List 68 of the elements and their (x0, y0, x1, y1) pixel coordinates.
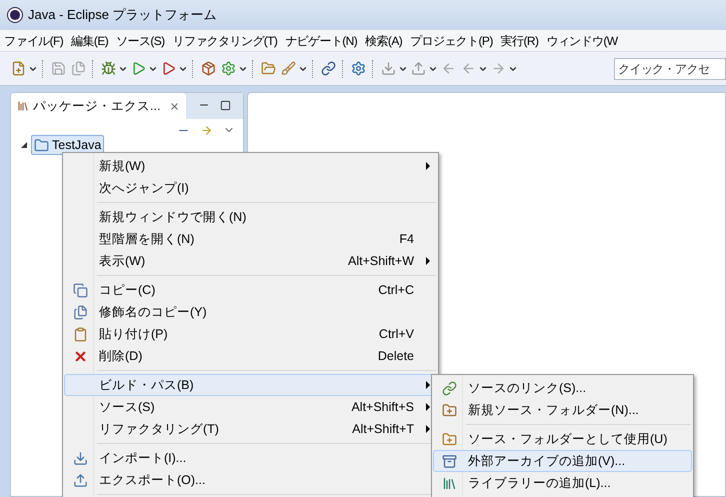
folder-plus-icon (442, 432, 456, 446)
menu-item-label: ビルド・パス(B) (99, 376, 194, 394)
copy-icon (72, 304, 88, 320)
menu-item[interactable]: 貼り付け(P) Ctrl+V (64, 323, 437, 345)
menu-bar-item[interactable]: プロジェクト(P) (406, 32, 497, 50)
menu-item-label: 貼り付け(P) (99, 326, 168, 343)
menu-item-label: 型階層を開く(N) (99, 230, 194, 248)
close-icon[interactable] (169, 100, 180, 112)
menu-item-label: ソースのリンク(S)... (468, 380, 586, 397)
menu-bar-item[interactable]: ナビゲート(N) (281, 32, 362, 50)
menu-item-label: 削除(D) (99, 348, 142, 365)
menu-item[interactable]: ライブラリーの追加(L)... (433, 472, 692, 494)
export-icon (72, 472, 88, 488)
library-icon (442, 476, 456, 490)
menu-bar-item[interactable]: 編集(E) (67, 32, 112, 50)
menu-item-label: インポート(I)... (99, 450, 186, 467)
shortcut-text: Alt+Shift+W (348, 252, 414, 270)
shortcut-text: Alt+Shift+T (352, 420, 414, 438)
menu-bar-item[interactable]: ファイル(F) (0, 32, 68, 50)
menu-item[interactable]: 次へジャンプ(I) (64, 177, 437, 199)
shortcut-text: F4 (399, 230, 414, 248)
delete-icon (72, 348, 88, 364)
import-icon (72, 450, 88, 466)
view-tab[interactable]: パッケージ・エクス... (11, 93, 186, 119)
link-icon (442, 380, 456, 396)
menu-item-label: 修飾名のコピー(Y) (99, 304, 207, 321)
menu-bar-item[interactable]: 実行(R) (496, 32, 542, 50)
clipboard-icon (72, 326, 88, 342)
quick-access-field[interactable]: クイック・アクセ (614, 58, 726, 80)
menu-item[interactable]: 新規(W) (64, 155, 437, 177)
shortcut-text: Alt+Shift+S (351, 398, 414, 416)
menu-bar-item[interactable]: ウィンドウ(W (542, 32, 622, 50)
tree-item[interactable]: TestJava (31, 135, 104, 155)
menu-item-label: エクスポート(O)... (99, 472, 206, 489)
menu-item-label: 新規(W) (99, 158, 146, 175)
menu-item-label: 新規ウィンドウで開く(N) (99, 208, 246, 226)
folder-plus-icon (442, 402, 456, 418)
menu-item-label: ソース・フォルダーとして使用(U) (468, 430, 668, 448)
project-folder-icon (34, 138, 49, 152)
menu-item[interactable]: ソース・フォルダーとして使用(U) (433, 428, 692, 450)
menu-item[interactable]: 新規ソース・フォルダー(N)... (433, 399, 692, 421)
shortcut-text: Ctrl+C (378, 282, 414, 299)
menu-bar-item[interactable]: 検索(A) (361, 32, 406, 50)
menu-item[interactable]: 外部アーカイブの追加(V)... (433, 450, 692, 472)
shortcut-text: Delete (378, 348, 414, 365)
expand-icon[interactable] (21, 142, 27, 148)
window-title: Java - Eclipse プラットフォーム (28, 6, 217, 24)
eclipse-logo-icon (8, 8, 22, 22)
menu-item-label: 次へジャンプ(I) (99, 180, 189, 197)
menu-item-label: 表示(W) (99, 252, 146, 270)
archive-icon (442, 454, 456, 468)
menu-item-label: コピー(C) (99, 282, 156, 299)
menu-item[interactable]: 型階層を開く(N) F4 (64, 228, 437, 250)
menu-item-label: ライブラリーの追加(L)... (468, 474, 611, 492)
menu-item[interactable]: 修飾名のコピー(Y) (64, 301, 437, 323)
menu-item[interactable]: 新規ウィンドウで開く(N) (64, 206, 437, 228)
menu-item-label: ソース(S) (99, 398, 155, 416)
menu-bar-item[interactable]: リファクタリング(T) (168, 32, 282, 50)
menu-item-label: 外部アーカイブの追加(V)... (468, 452, 626, 470)
menu-item-label: リファクタリング(T) (99, 420, 219, 438)
copy-icon (72, 282, 88, 298)
maximize-icon[interactable] (220, 100, 231, 111)
menu-bar-item[interactable]: ソース(S) (112, 32, 169, 50)
menu-item-label: 新規ソース・フォルダー(N)... (468, 402, 639, 419)
shortcut-text: Ctrl+V (378, 326, 414, 343)
menu-item[interactable]: コピー(C) Ctrl+C (64, 279, 437, 301)
menu-item[interactable]: 表示(W) Alt+Shift+W (64, 250, 437, 272)
menu-item[interactable]: 削除(D) Delete (64, 345, 437, 367)
